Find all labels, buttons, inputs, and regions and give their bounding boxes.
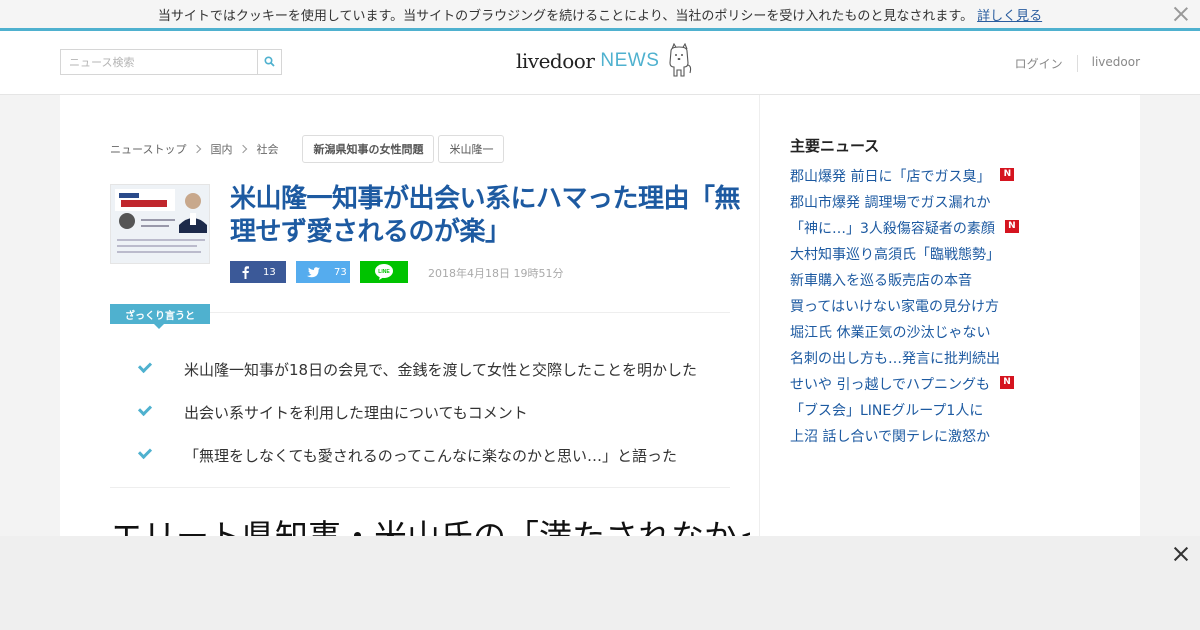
cookie-text: 当サイトではクッキーを使用しています。当サイトのブラウジングを続けることにより、… [157, 8, 974, 24]
news-item[interactable]: 郡山爆発 前日に「店でガス臭」 N [790, 163, 1120, 189]
publish-date: 2018年4月18日 19時51分 [428, 267, 564, 280]
news-item[interactable]: 名刺の出し方も…発言に批判続出 [790, 345, 1120, 371]
summary-point: 「無理をしなくても愛されるのってこんなに楽なのかと思い…」と語った [140, 434, 740, 477]
news-item[interactable]: 郡山市爆発 調理場でガス漏れか [790, 189, 1120, 215]
dog-mascot-icon [669, 43, 692, 77]
breadcrumb: ニューストップ 国内 社会 新潟県知事の女性問題 米山隆一 [110, 135, 505, 163]
breadcrumb-item-top[interactable]: ニューストップ [110, 141, 210, 157]
chevron-right-icon [239, 144, 248, 154]
twitter-share-button[interactable]: 73 [296, 261, 350, 283]
logo-news: NEWS [600, 50, 660, 71]
person-tag[interactable]: 米山隆一 [438, 135, 505, 163]
login-link[interactable]: ログイン [1001, 55, 1077, 72]
cookie-details-link[interactable]: 詳しく見る [977, 5, 1042, 24]
line-icon: LINE [375, 264, 393, 280]
site-header: livedoor NEWS ログイン livedoor [0, 31, 1200, 95]
summary-points: 米山隆一知事が18日の会見で、金銭を渡して女性と交際したことを明かした 出会い系… [140, 348, 740, 477]
cookie-close-icon[interactable] [1172, 5, 1190, 23]
close-ad-icon[interactable] [1172, 545, 1190, 563]
site-logo[interactable]: livedoor NEWS [516, 43, 693, 79]
chevron-right-icon [193, 144, 202, 154]
new-badge: N [1000, 375, 1015, 389]
news-item[interactable]: 「ブス会」LINEグループ1人に [790, 397, 1120, 423]
article-title: 米山隆一知事が出会い系にハマった理由「無理せず愛されるのが楽」 [230, 184, 741, 247]
facebook-icon [242, 265, 249, 279]
line-share-button[interactable]: LINE [360, 261, 408, 283]
new-badge: N [1004, 219, 1019, 233]
news-item[interactable]: 堀江氏 休業正気の沙汰じゃない [790, 319, 1120, 345]
check-icon [140, 360, 152, 369]
twitter-icon [306, 266, 320, 277]
breadcrumb-item-domestic[interactable]: 国内 [210, 141, 256, 157]
twitter-count: 73 [334, 266, 347, 278]
sidebar-title: 主要ニュース [790, 137, 880, 155]
news-item[interactable]: 大村知事巡り高須氏「臨戦態勢」 [790, 241, 1120, 267]
points-divider [110, 487, 730, 488]
search-box [60, 49, 282, 75]
summary-point: 出会い系サイトを利用した理由についてもコメント [140, 391, 740, 434]
summary-label: ざっくり言うと [110, 304, 210, 324]
news-item[interactable]: 買ってはいけない家電の見分け方 [790, 293, 1120, 319]
livedoor-link[interactable]: livedoor [1076, 55, 1140, 72]
facebook-share-button[interactable]: 13 [230, 261, 286, 283]
ad-overlay [0, 536, 1200, 630]
news-item[interactable]: 上沼 話し合いで関テレに激怒か [790, 423, 1120, 449]
thumbnail-image [111, 185, 209, 263]
search-button[interactable] [257, 50, 281, 74]
news-item[interactable]: 新車購入を巡る販売店の本音 [790, 267, 1120, 293]
news-item[interactable]: 「神に…」3人殺傷容疑者の素顔 N [790, 215, 1120, 241]
header-links: ログイン livedoor [1001, 55, 1140, 72]
logo-livedoor: livedoor [516, 49, 595, 73]
breadcrumb-item-society[interactable]: 社会 [256, 141, 278, 157]
search-input[interactable] [61, 50, 257, 74]
facebook-count: 13 [263, 266, 276, 278]
check-icon [140, 446, 152, 455]
new-badge: N [1000, 167, 1015, 181]
summary-point: 米山隆一知事が18日の会見で、金銭を渡して女性と交際したことを明かした [140, 348, 740, 391]
news-item[interactable]: せいや 引っ越しでハプニングも N [790, 371, 1120, 397]
article-thumbnail[interactable] [110, 184, 210, 264]
summary-label-tip [154, 324, 164, 329]
topic-tag[interactable]: 新潟県知事の女性問題 [302, 135, 435, 163]
news-list: 郡山爆発 前日に「店でガス臭」 N 郡山市爆発 調理場でガス漏れか 「神に…」3人… [790, 163, 1120, 449]
search-icon [264, 56, 275, 67]
check-icon [140, 403, 152, 412]
cookie-banner: 当サイトではクッキーを使用しています。当サイトのブラウジングを続けることにより、… [0, 0, 1200, 31]
svg-text:LINE: LINE [378, 269, 390, 275]
